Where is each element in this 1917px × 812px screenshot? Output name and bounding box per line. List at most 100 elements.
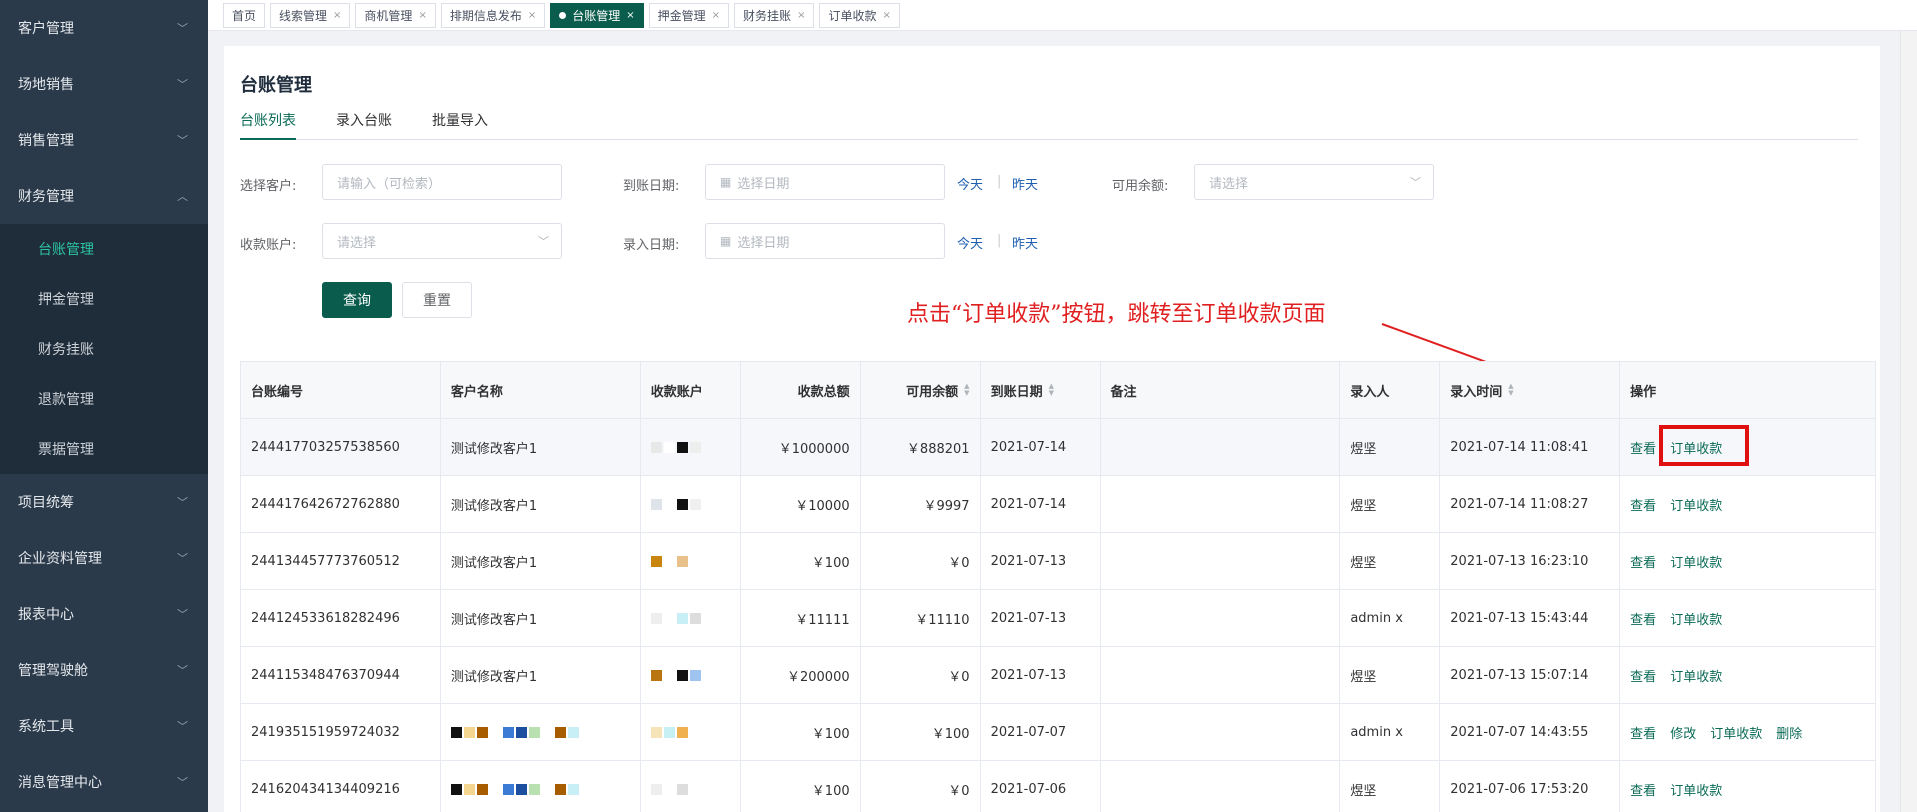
cell-text: 测试修改客户1 <box>450 441 538 457</box>
op-delete-button[interactable]: 删除 <box>1776 723 1802 742</box>
op-order-payment-button[interactable]: 订单收款 <box>1670 780 1722 799</box>
redacted-block <box>676 498 688 510</box>
op-edit-button[interactable]: 修改 <box>1670 723 1696 742</box>
redacted-block <box>650 726 662 738</box>
cell-total: ￥100 <box>741 761 861 812</box>
ledger-table: 台账编号 客户名称 收款账户 收款总额 可用余额 ▲ ▼ 到账日期 ▲ ▼ 备注 录入人… <box>240 361 1876 812</box>
op-view-button[interactable]: 查看 <box>1630 609 1656 628</box>
redacted-block <box>489 726 501 738</box>
table-row: 244134457773760512 测试修改客户1 ￥100 ￥0 2021-… <box>241 533 1876 590</box>
cell-id: 244417703257538560 <box>241 419 441 475</box>
table-header: 台账编号 客户名称 收款账户 收款总额 可用余额 ▲ ▼ 到账日期 ▲ ▼ 备注 录入人… <box>241 362 1876 419</box>
cell-balance: ￥100 <box>861 704 981 760</box>
cell-user: 煜坚 <box>1340 533 1441 589</box>
col-total: 收款总额 <box>741 362 861 418</box>
cell-total: ￥11111 <box>741 590 861 646</box>
cell-note <box>1101 419 1341 475</box>
redacted-account <box>650 612 701 624</box>
redacted-block <box>663 441 675 453</box>
col-time[interactable]: 录入时间 ▲ ▼ <box>1440 362 1621 418</box>
redacted-account <box>650 783 701 795</box>
cell-balance: ￥0 <box>861 761 981 812</box>
cell-time: 2021-07-13 15:07:14 <box>1440 647 1621 703</box>
cell-note <box>1101 761 1341 812</box>
redacted-block <box>463 726 475 738</box>
scrollbar[interactable] <box>1900 31 1917 812</box>
op-view-button[interactable]: 查看 <box>1630 552 1656 571</box>
op-view-button[interactable]: 查看 <box>1630 495 1656 514</box>
cell-user: 煜坚 <box>1340 647 1441 703</box>
redacted-account <box>650 726 701 738</box>
redacted-block <box>676 783 688 795</box>
sort-icon[interactable]: ▲ ▼ <box>1508 383 1513 397</box>
col-label: 可用余额 <box>906 384 959 400</box>
cell-total: ￥1000000 <box>741 419 861 475</box>
cell-ops: 查看 订单收款 <box>1620 419 1876 475</box>
op-order-payment-button[interactable]: 订单收款 <box>1710 723 1762 742</box>
cell-user: admin x <box>1340 590 1441 646</box>
redacted-block <box>541 783 553 795</box>
redacted-block <box>502 726 514 738</box>
col-label: 到账日期 <box>990 384 1043 400</box>
redacted-block <box>554 726 566 738</box>
redacted-block <box>689 498 701 510</box>
cell-user: 煜坚 <box>1340 419 1441 475</box>
cell-note <box>1101 590 1341 646</box>
redacted-block <box>663 669 675 681</box>
redacted-block <box>567 726 579 738</box>
cell-account <box>641 761 741 812</box>
redacted-block <box>676 669 688 681</box>
cell-time: 2021-07-13 15:43:44 <box>1440 590 1621 646</box>
cell-account <box>641 647 741 703</box>
op-order-payment-button[interactable]: 订单收款 <box>1670 495 1722 514</box>
cell-id: 241935151959724032 <box>241 704 441 760</box>
op-view-button[interactable]: 查看 <box>1630 666 1656 685</box>
redacted-block <box>689 669 701 681</box>
cell-id: 244417642672762880 <box>241 476 441 532</box>
cell-time: 2021-07-13 16:23:10 <box>1440 533 1621 589</box>
redacted-block <box>450 783 462 795</box>
cell-ops: 查看 订单收款 <box>1620 476 1876 532</box>
col-date[interactable]: 到账日期 ▲ ▼ <box>981 362 1101 418</box>
cell-id: 244115348476370944 <box>241 647 441 703</box>
cell-user: 煜坚 <box>1340 476 1441 532</box>
col-user: 录入人 <box>1340 362 1441 418</box>
redacted-block <box>515 783 527 795</box>
op-order-payment-button[interactable]: 订单收款 <box>1670 552 1722 571</box>
redacted-block <box>567 783 579 795</box>
table-row: 244124533618282496 测试修改客户1 ￥11111 ￥11110… <box>241 590 1876 647</box>
col-balance[interactable]: 可用余额 ▲ ▼ <box>861 362 981 418</box>
op-view-button[interactable]: 查看 <box>1630 438 1656 457</box>
op-view-button[interactable]: 查看 <box>1630 780 1656 799</box>
redacted-account <box>650 555 701 567</box>
cell-customer: 测试修改客户1 <box>441 419 641 475</box>
cell-balance: ￥888201 <box>861 419 981 475</box>
redacted-account <box>650 441 701 453</box>
cell-text: 测试修改客户1 <box>450 555 538 571</box>
op-order-payment-button[interactable]: 订单收款 <box>1670 438 1722 457</box>
redacted-block <box>676 441 688 453</box>
op-order-payment-button[interactable]: 订单收款 <box>1670 666 1722 685</box>
table-row: 244417703257538560 测试修改客户1 ￥1000000 ￥888… <box>241 419 1876 476</box>
op-view-button[interactable]: 查看 <box>1630 723 1656 742</box>
cell-date: 2021-07-07 <box>981 704 1101 760</box>
sort-icon[interactable]: ▲ ▼ <box>1049 383 1054 397</box>
cell-date: 2021-07-06 <box>981 761 1101 812</box>
sort-icon[interactable]: ▲ ▼ <box>964 383 969 397</box>
redacted-account <box>650 669 701 681</box>
cell-text: 测试修改客户1 <box>450 498 538 514</box>
cell-account <box>641 476 741 532</box>
redacted-block <box>476 726 488 738</box>
cell-ops: 查看 订单收款 <box>1620 590 1876 646</box>
redacted-block <box>650 612 662 624</box>
redacted-block <box>554 783 566 795</box>
cell-time: 2021-07-06 17:53:20 <box>1440 761 1621 812</box>
cell-customer <box>441 704 641 760</box>
redacted-block <box>463 783 475 795</box>
redacted-block <box>663 783 675 795</box>
redacted-block <box>663 555 675 567</box>
op-order-payment-button[interactable]: 订单收款 <box>1670 609 1722 628</box>
cell-date: 2021-07-13 <box>981 533 1101 589</box>
redacted-block <box>689 555 701 567</box>
cell-text: 测试修改客户1 <box>450 612 538 628</box>
